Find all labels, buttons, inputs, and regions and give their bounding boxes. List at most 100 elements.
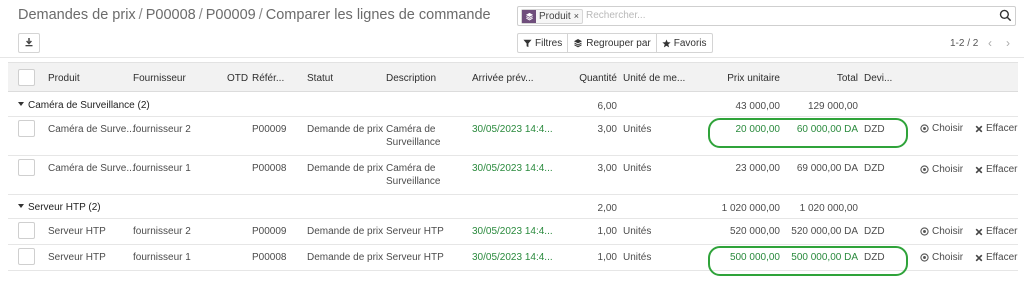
row-checkbox[interactable] xyxy=(18,248,35,265)
column-header-total[interactable]: Total xyxy=(788,73,858,84)
row-checkbox[interactable] xyxy=(18,222,35,239)
cell-produit: Serveur HTP xyxy=(48,252,106,263)
download-button[interactable] xyxy=(18,33,40,53)
favorites-label: Favoris xyxy=(673,37,707,49)
group-prix: 1 020 000,00 xyxy=(721,203,780,214)
group-quantite: 6,00 xyxy=(597,101,617,112)
breadcrumb-item-p00009[interactable]: P00009 xyxy=(206,7,256,23)
cell-total: 520 000,00 DA xyxy=(791,226,858,237)
cell-arrivee: 30/05/2023 14:4... xyxy=(472,124,553,135)
column-header-unite[interactable]: Unité de me... xyxy=(623,73,685,84)
cell-quantite: 3,00 xyxy=(597,163,617,174)
search-icon[interactable] xyxy=(999,9,1013,23)
cell-arrivee: 30/05/2023 14:4... xyxy=(472,163,553,174)
column-header-arrivee[interactable]: Arrivée prév... xyxy=(472,73,534,84)
cell-arrivee: 30/05/2023 14:4... xyxy=(472,226,553,237)
select-all-checkbox[interactable] xyxy=(18,69,35,86)
clear-button[interactable]: Effacer xyxy=(975,123,1018,134)
choose-button[interactable]: Choisir xyxy=(920,164,963,175)
choose-button[interactable]: Choisir xyxy=(920,226,963,237)
clear-button[interactable]: Effacer xyxy=(975,164,1018,175)
cell-devise: DZD xyxy=(864,226,885,237)
column-header-description[interactable]: Description xyxy=(386,73,436,84)
column-header-reference[interactable]: Référ... xyxy=(252,73,284,84)
cell-unite: Unités xyxy=(623,226,652,237)
cell-reference: P00009 xyxy=(252,124,287,135)
table-row[interactable]: Serveur HTP fournisseur 2 P00009 Demande… xyxy=(8,219,1018,245)
cell-statut: Demande de prix xyxy=(307,252,384,263)
pager-next-button[interactable]: › xyxy=(1006,36,1010,50)
search-facet-label: Produit xyxy=(539,11,571,22)
cell-reference: P00008 xyxy=(252,252,287,263)
cell-statut: Demande de prix xyxy=(307,226,384,237)
layers-icon xyxy=(573,38,583,48)
close-icon xyxy=(975,254,983,262)
column-header-produit[interactable]: Produit xyxy=(48,73,80,84)
cell-quantite: 3,00 xyxy=(597,124,617,135)
cell-statut: Demande de prix xyxy=(307,124,384,135)
clear-button[interactable]: Effacer xyxy=(975,252,1018,263)
close-icon xyxy=(975,166,983,174)
row-checkbox[interactable] xyxy=(18,159,35,176)
group-name: Serveur HTP (2) xyxy=(28,202,101,213)
cell-prix-unitaire: 520 000,00 xyxy=(729,226,780,237)
circle-check-icon xyxy=(920,253,929,262)
choose-label: Choisir xyxy=(932,164,964,175)
facet-remove-icon[interactable]: × xyxy=(574,10,582,23)
column-header-statut[interactable]: Statut xyxy=(307,73,333,84)
group-prix: 43 000,00 xyxy=(735,101,781,112)
cell-unite: Unités xyxy=(623,163,652,174)
column-header-devise[interactable]: Devi... xyxy=(864,73,892,84)
layers-icon xyxy=(522,10,536,23)
search-options: Filtres Regrouper par Favoris xyxy=(517,33,713,53)
column-header-prix-unitaire[interactable]: Prix unitaire xyxy=(696,73,780,84)
control-panel: Demandes de prix / P00008/P00009/Comparer … xyxy=(0,0,1024,58)
search-input[interactable] xyxy=(586,10,986,21)
filters-button[interactable]: Filtres xyxy=(517,33,569,53)
clear-label: Effacer xyxy=(986,226,1018,237)
favorites-button[interactable]: Favoris xyxy=(655,33,713,53)
group-quantite: 2,00 xyxy=(597,203,617,214)
cell-description: Serveur HTP xyxy=(386,252,444,263)
group-by-label: Regrouper par xyxy=(586,37,651,49)
group-by-button[interactable]: Regrouper par xyxy=(567,33,657,53)
circle-check-icon xyxy=(920,165,929,174)
close-icon xyxy=(975,125,983,133)
choose-label: Choisir xyxy=(932,226,964,237)
column-header-fournisseur[interactable]: Fournisseur xyxy=(133,73,186,84)
column-header-quantite[interactable]: Quantité xyxy=(567,73,617,84)
table-row[interactable]: Caméra de Surve... fournisseur 1 P00008 … xyxy=(8,156,1018,195)
cell-devise: DZD xyxy=(864,163,885,174)
breadcrumb-item-p00008[interactable]: P00008 xyxy=(146,7,196,23)
cell-description: Caméra de Surveillance xyxy=(386,124,441,148)
group-row[interactable]: Serveur HTP (2) 2,00 1 020 000,00 1 020 … xyxy=(8,195,1018,219)
search-bar[interactable]: Produit × xyxy=(517,6,1016,26)
row-checkbox[interactable] xyxy=(18,120,35,137)
column-header-otd[interactable]: OTD xyxy=(227,73,248,84)
clear-button[interactable]: Effacer xyxy=(975,226,1018,237)
highlight-annotation xyxy=(708,118,908,148)
page-title: Comparer les lignes de commande xyxy=(265,7,491,23)
cell-description: Caméra de Surveillance xyxy=(386,163,441,187)
choose-button[interactable]: Choisir xyxy=(920,123,963,134)
cell-fournisseur: fournisseur 1 xyxy=(133,163,191,174)
cell-reference: P00009 xyxy=(252,226,287,237)
cell-unite: Unités xyxy=(623,252,652,263)
choose-button[interactable]: Choisir xyxy=(920,252,963,263)
cell-fournisseur: fournisseur 2 xyxy=(133,124,191,135)
pager-previous-button[interactable]: ‹ xyxy=(988,36,992,50)
cell-produit: Serveur HTP xyxy=(48,226,106,237)
pager-value[interactable]: 1-2 / 2 xyxy=(950,38,978,49)
cell-total: 69 000,00 DA xyxy=(796,163,858,174)
cell-description: Serveur HTP xyxy=(386,226,444,237)
breadcrumb-item-rfq[interactable]: Demandes de prix xyxy=(18,7,136,23)
caret-down-icon xyxy=(18,204,24,208)
table-header: Produit Fournisseur OTD Référ... Statut … xyxy=(8,62,1018,92)
clear-label: Effacer xyxy=(986,123,1018,134)
group-row[interactable]: Caméra de Surveillance (2) 6,00 43 000,0… xyxy=(8,93,1018,117)
choose-label: Choisir xyxy=(932,123,964,134)
group-total: 129 000,00 xyxy=(807,101,858,112)
filters-label: Filtres xyxy=(535,37,563,49)
breadcrumb: Demandes de prix / P00008/P00009/Comparer … xyxy=(18,7,491,23)
choose-label: Choisir xyxy=(932,252,964,263)
